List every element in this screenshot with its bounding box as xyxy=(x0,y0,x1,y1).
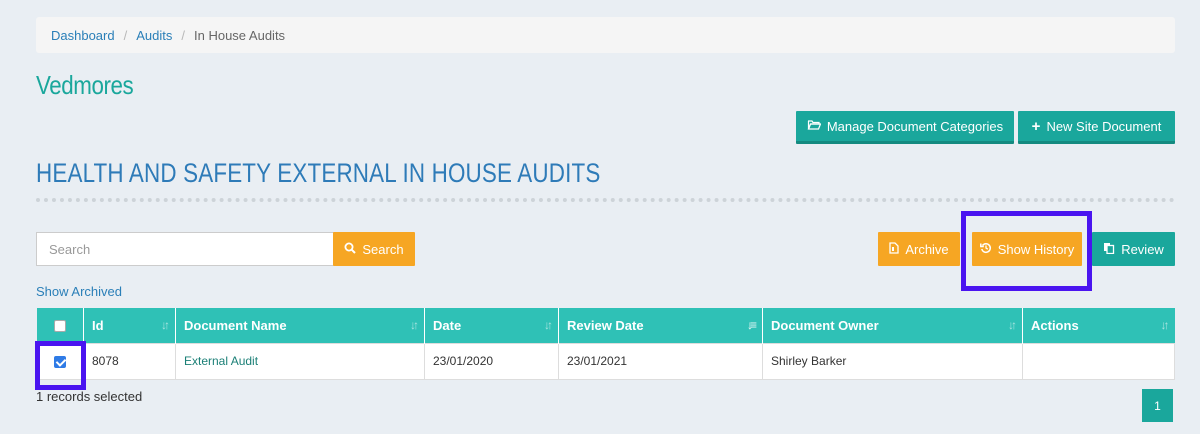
breadcrumb: Dashboard / Audits / In House Audits xyxy=(36,17,1175,53)
select-all-header xyxy=(36,308,84,343)
column-header-label: Date xyxy=(433,317,462,333)
sort-icon: ↓↑ xyxy=(1160,318,1170,332)
documents-table: Id ↓↑ Document Name ↓↑ Date ↓↑ Review Da… xyxy=(36,308,1175,380)
cell-review-date: 23/01/2021 xyxy=(558,342,763,380)
breadcrumb-current: In House Audits xyxy=(194,27,286,43)
cell-id: 8078 xyxy=(83,342,176,380)
column-header-label: Id xyxy=(92,317,104,333)
column-header-id[interactable]: Id ↓↑ xyxy=(83,308,176,343)
cell-document-name: External Audit xyxy=(175,342,425,380)
select-all-checkbox[interactable] xyxy=(53,320,66,333)
folder-open-icon xyxy=(807,119,822,134)
copy-icon xyxy=(1103,242,1115,257)
manage-document-categories-label: Manage Document Categories xyxy=(826,118,1004,134)
new-site-document-label: New Site Document xyxy=(1046,118,1162,134)
column-header-review-date[interactable]: Review Date ↓≡ xyxy=(558,308,763,343)
records-selected-text: 1 records selected xyxy=(36,389,143,404)
breadcrumb-separator: / xyxy=(181,27,185,43)
breadcrumb-audits[interactable]: Audits xyxy=(136,28,172,43)
column-header-document-owner[interactable]: Document Owner ↓↑ xyxy=(762,308,1023,343)
cell-date: 23/01/2020 xyxy=(424,342,559,380)
pagination-page-button[interactable]: 1 xyxy=(1142,389,1173,422)
column-header-label: Document Name xyxy=(184,317,287,333)
column-header-label: Actions xyxy=(1031,317,1079,333)
column-header-label: Document Owner xyxy=(771,317,879,333)
sort-icon: ↓↑ xyxy=(544,318,553,332)
table-header-row: Id ↓↑ Document Name ↓↑ Date ↓↑ Review Da… xyxy=(36,308,1175,343)
cell-actions xyxy=(1022,342,1175,380)
document-link[interactable]: External Audit xyxy=(184,354,258,368)
search-input[interactable]: Search xyxy=(36,232,334,266)
highlight-box-show-history xyxy=(961,211,1092,291)
column-header-date[interactable]: Date ↓↑ xyxy=(424,308,559,343)
table-row: 8078 External Audit 23/01/2020 23/01/202… xyxy=(36,342,1175,380)
column-header-label: Review Date xyxy=(567,317,644,333)
cell-document-owner: Shirley Barker xyxy=(762,342,1023,380)
archive-button[interactable]: Archive xyxy=(878,232,960,266)
show-archived-link[interactable]: Show Archived xyxy=(36,284,122,299)
highlight-box-row-checkbox xyxy=(35,341,86,390)
column-header-actions[interactable]: Actions ↓↑ xyxy=(1022,308,1175,343)
review-label: Review xyxy=(1121,241,1164,257)
manage-document-categories-button[interactable]: Manage Document Categories xyxy=(796,111,1014,144)
sort-icon: ↓↑ xyxy=(410,318,419,332)
search-icon xyxy=(344,242,357,257)
site-title: Vedmores xyxy=(36,70,134,100)
review-button[interactable]: Review xyxy=(1092,232,1175,266)
search-button[interactable]: Search xyxy=(333,232,415,266)
sort-icon: ↓↑ xyxy=(161,318,170,332)
breadcrumb-dashboard[interactable]: Dashboard xyxy=(51,28,115,43)
search-placeholder: Search xyxy=(49,241,91,257)
search-button-label: Search xyxy=(362,241,404,257)
breadcrumb-separator: / xyxy=(123,27,128,43)
column-header-document-name[interactable]: Document Name ↓↑ xyxy=(175,308,425,343)
sort-descending-icon: ↓≡ xyxy=(746,318,757,332)
plus-icon: + xyxy=(1031,117,1041,135)
file-archive-icon xyxy=(889,241,899,257)
section-divider xyxy=(36,198,1175,202)
sort-icon: ↓↑ xyxy=(1008,318,1017,332)
new-site-document-button[interactable]: + New Site Document xyxy=(1018,111,1175,144)
section-title: HEALTH AND SAFETY EXTERNAL IN HOUSE AUDI… xyxy=(36,158,601,188)
archive-label: Archive xyxy=(905,241,949,257)
